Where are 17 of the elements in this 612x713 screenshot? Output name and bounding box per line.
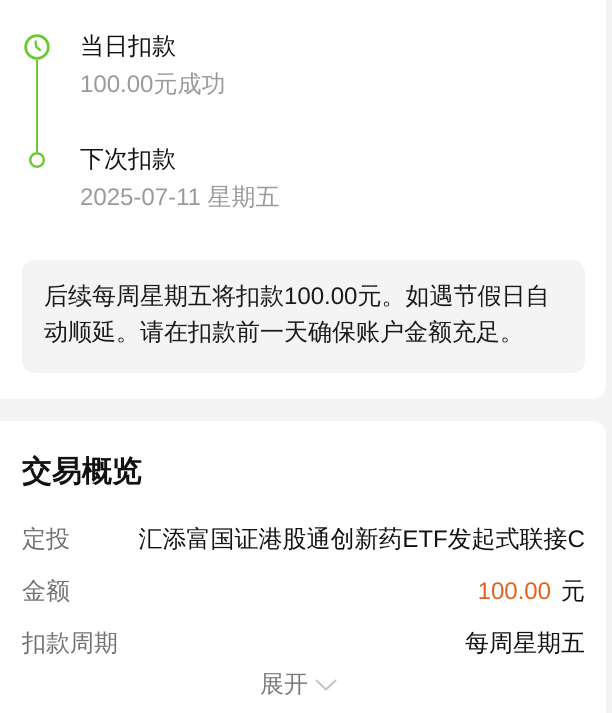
step-detail: 100.00元成功 [80, 70, 226, 100]
chevron-down-icon [315, 679, 337, 691]
field-label: 扣款周期 [22, 629, 118, 659]
step-title: 下次扣款 [80, 145, 177, 175]
section-title: 交易概览 [22, 454, 143, 490]
step-title: 当日扣款 [80, 32, 177, 62]
amount-value: 100.00 [478, 577, 551, 607]
step-detail: 2025-07-11 星期五 [80, 183, 280, 213]
field-value: 汇添富国证港股通创新药ETF发起式联接C [138, 525, 585, 555]
notice-text: 后续每周星期五将扣款100.00元。如遇节假日自动顺延。请在扣款前一天确保账户金额充足。 [22, 260, 585, 373]
field-label: 金额 [22, 577, 70, 607]
expand-button[interactable]: 展开 [260, 667, 337, 703]
field-value: 每周星期五 [465, 629, 585, 659]
currency-unit: 元 [561, 577, 585, 607]
clock-icon [24, 34, 50, 60]
step-dot-icon [29, 152, 45, 168]
field-label: 定投 [22, 525, 70, 555]
